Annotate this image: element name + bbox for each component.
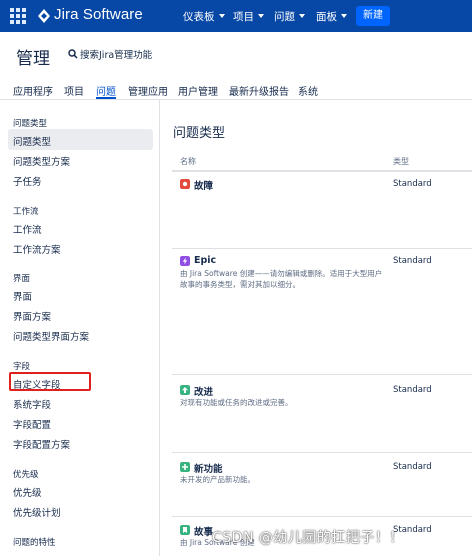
sidebar-item-field-configuration-schemes[interactable]: 字段配置方案 [13, 437, 70, 451]
header-divider [0, 99, 472, 100]
main-title: 问题类型 [173, 126, 226, 141]
tab-latest-upgrade-report[interactable]: 最新升级报告 [229, 83, 289, 98]
row-divider [172, 248, 472, 249]
sidebar-heading-screens: 界面 [13, 274, 31, 284]
tab-applications[interactable]: 应用程序 [13, 83, 53, 98]
issue-type-name[interactable]: Epic [194, 255, 216, 266]
story-icon [180, 525, 190, 535]
chevron-down-icon [299, 14, 305, 18]
issue-type-name[interactable]: 故障 [194, 178, 213, 192]
nav-boards[interactable]: 面板 [316, 9, 347, 24]
sidebar-item-screen-schemes[interactable]: 界面方案 [13, 309, 51, 323]
bug-icon [180, 179, 190, 189]
sidebar-item-field-configurations[interactable]: 字段配置 [13, 417, 51, 431]
issue-type-name[interactable]: 改进 [194, 384, 213, 398]
issue-type-name[interactable]: 故事 [194, 524, 213, 538]
issue-type-description: 未开发的产品新功能。 [180, 475, 255, 484]
epic-icon [180, 256, 190, 266]
search-icon[interactable] [67, 48, 79, 60]
sidebar-item-issue-type-screen-schemes[interactable]: 问题类型界面方案 [13, 329, 89, 343]
issue-type-scheme: Standard [393, 256, 432, 266]
issue-type-scheme: Standard [393, 385, 432, 395]
app-switcher-icon[interactable] [10, 8, 26, 24]
top-navigation-bar: Jira Software 仪表板 项目 问题 面板 新建 [0, 0, 472, 32]
column-header-type: 类型 [393, 157, 409, 166]
tab-manage-apps[interactable]: 管理应用 [128, 83, 168, 98]
sidebar-item-workflow-schemes[interactable]: 工作流方案 [13, 242, 61, 256]
custom-fields-highlight [9, 372, 91, 391]
chevron-down-icon [341, 14, 347, 18]
new-feature-icon [180, 462, 190, 472]
tab-projects[interactable]: 项目 [64, 83, 84, 98]
nav-issues[interactable]: 问题 [274, 9, 305, 24]
sidebar-item-subtasks[interactable]: 子任务 [13, 174, 42, 188]
issue-type-description: 对现有功能或任务的改进或完善。 [180, 398, 293, 407]
sidebar-heading-issue-types: 问题类型 [13, 119, 48, 129]
jira-logo-icon[interactable] [37, 8, 51, 24]
column-header-name: 名称 [180, 157, 196, 166]
chevron-down-icon [258, 14, 264, 18]
row-divider [172, 516, 472, 517]
issue-type-scheme: Standard [393, 179, 432, 189]
chevron-down-icon [218, 14, 225, 18]
sidebar-divider [159, 100, 160, 556]
row-divider [172, 374, 472, 375]
issue-type-name[interactable]: 新功能 [194, 461, 223, 475]
sidebar-heading-workflows: 工作流 [13, 207, 39, 217]
sidebar-heading-priorities: 优先级 [13, 470, 39, 480]
nav-dashboards[interactable]: 仪表板 [183, 9, 225, 24]
sidebar-item-issue-types[interactable]: 问题类型 [13, 134, 51, 148]
create-button[interactable]: 新建 [356, 6, 390, 26]
tab-system[interactable]: 系统 [298, 83, 318, 98]
sidebar-item-priority-schemes[interactable]: 优先级计划 [13, 505, 61, 519]
sidebar-item-priorities[interactable]: 优先级 [13, 485, 42, 499]
sidebar-item-screens[interactable]: 界面 [13, 289, 32, 303]
sidebar-item-workflows[interactable]: 工作流 [13, 222, 42, 236]
sidebar-heading-fields: 字段 [13, 362, 31, 372]
watermark: CSDN @幼儿园的扛把子！！ [212, 530, 404, 546]
product-name[interactable]: Jira Software [54, 6, 143, 23]
nav-projects[interactable]: 项目 [233, 9, 264, 24]
improvement-icon [180, 385, 190, 395]
table-header-divider [172, 170, 472, 172]
row-divider [172, 452, 472, 453]
tab-user-management[interactable]: 用户管理 [178, 83, 218, 98]
issue-type-description: 由 Jira Software 创建——请勿编辑或删除。适用于大型用户故事的事务… [180, 269, 383, 289]
sidebar-item-issue-type-schemes[interactable]: 问题类型方案 [13, 154, 70, 168]
admin-search-link[interactable]: 搜索Jira管理功能 [80, 47, 152, 61]
sidebar-item-system-fields[interactable]: 系统字段 [13, 397, 51, 411]
page-title: 管理 [16, 49, 50, 69]
issue-type-scheme: Standard [393, 462, 432, 472]
tab-issues[interactable]: 问题 [96, 83, 116, 98]
sidebar-heading-issue-features: 问题的特性 [13, 538, 56, 548]
